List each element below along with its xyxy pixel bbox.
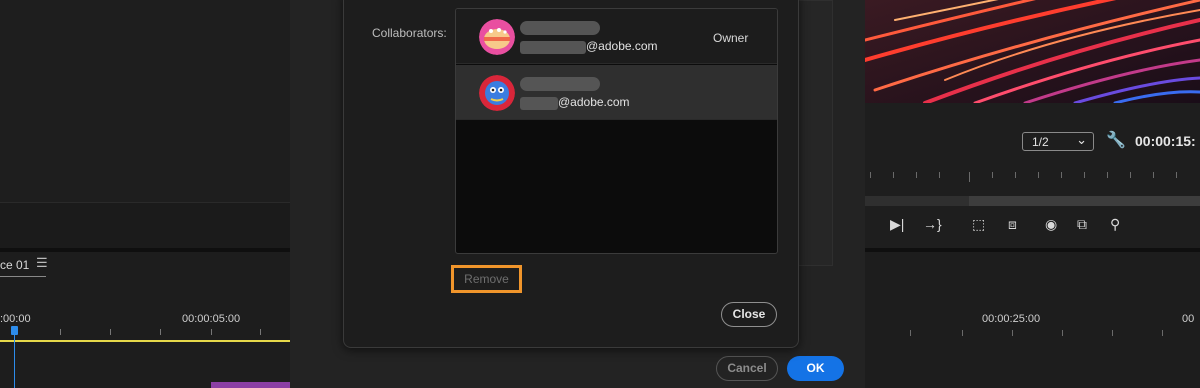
source-controls-strip — [0, 202, 290, 248]
sequence-tab[interactable]: ce 01 — [0, 258, 29, 272]
ruler-tick — [992, 172, 993, 178]
ruler-tick — [1112, 330, 1113, 336]
proxy-icon[interactable]: ⚲ — [1110, 216, 1120, 233]
extract-icon[interactable]: ⧈ — [1008, 216, 1017, 233]
ruler-tick — [893, 172, 894, 178]
compare-icon[interactable]: ⧉ — [1077, 216, 1087, 233]
collaborator-row[interactable]: @adobe.com Owner — [456, 9, 777, 64]
redacted-email — [520, 41, 586, 54]
collaborator-row[interactable]: @adobe.com — [456, 65, 777, 120]
ruler-tick — [1012, 330, 1013, 336]
program-preview — [865, 0, 1200, 103]
wrench-icon[interactable]: 🔧 — [1106, 130, 1126, 150]
playhead-line — [14, 334, 15, 388]
ruler-tick — [916, 172, 917, 178]
timeline-timecode: 00:00:05:00 — [182, 313, 241, 325]
ruler-tick — [939, 172, 940, 178]
go-to-out-icon[interactable]: →} — [923, 216, 942, 232]
ruler-tick — [60, 329, 61, 335]
light-trails-image — [865, 0, 1200, 103]
ruler-tick — [962, 330, 963, 336]
redacted-name — [520, 77, 600, 91]
avatar — [479, 19, 515, 55]
zoom-scroll-handle[interactable] — [865, 196, 969, 206]
collaborators-list: @adobe.com Owner @adobe.com — [455, 8, 778, 254]
ruler-tick — [1176, 172, 1177, 178]
export-frame-icon[interactable]: ◉ — [1045, 216, 1057, 233]
resolution-select[interactable]: 1/2 ⌄ — [1022, 132, 1094, 151]
ruler-tick — [1062, 330, 1063, 336]
ruler-tick — [1061, 172, 1062, 178]
ruler-tick — [110, 329, 111, 335]
ruler-tick — [969, 172, 970, 182]
lift-icon[interactable]: ⬚ — [972, 216, 985, 233]
ok-button[interactable]: OK — [787, 356, 844, 381]
collaborator-role: Owner — [713, 31, 749, 45]
redacted-email — [520, 97, 558, 110]
ruler-tick — [1162, 330, 1163, 336]
redacted-name — [520, 21, 600, 35]
video-clip[interactable] — [211, 382, 290, 388]
cancel-button[interactable]: Cancel — [716, 356, 778, 381]
avatar — [479, 75, 515, 111]
ruler-tick — [1015, 172, 1016, 178]
playhead-handle[interactable] — [11, 326, 18, 335]
ruler-tick — [160, 329, 161, 335]
ruler-tick — [211, 329, 212, 335]
collaborator-email-domain: @adobe.com — [558, 95, 630, 109]
collaborators-label: Collaborators: — [372, 26, 447, 40]
ruler-tick — [910, 330, 911, 336]
timeline-timecode: :00:00 — [0, 313, 31, 325]
timeline-timecode: 00:00:25:00 — [982, 313, 1041, 325]
step-forward-icon[interactable]: ▶| — [890, 216, 904, 233]
remove-button[interactable]: Remove — [451, 265, 522, 293]
ruler-tick — [1038, 172, 1039, 178]
ruler-tick — [1084, 172, 1085, 178]
chevron-down-icon: ⌄ — [1076, 132, 1087, 147]
source-monitor — [0, 0, 290, 202]
sequence-tab-underline — [0, 276, 46, 277]
collaborator-email-domain: @adobe.com — [586, 39, 658, 53]
ruler-tick — [260, 329, 261, 335]
ruler-tick — [870, 172, 871, 178]
timeline-timecode: 00 — [1182, 313, 1195, 325]
work-area-bar[interactable] — [0, 340, 290, 342]
close-button[interactable]: Close — [721, 302, 777, 327]
resolution-value: 1/2 — [1032, 135, 1049, 149]
timeline-panel — [0, 252, 290, 388]
ruler-tick — [1130, 172, 1131, 178]
program-timecode: 00:00:15: — [1135, 133, 1196, 149]
ruler-tick — [1153, 172, 1154, 178]
ruler-tick — [1107, 172, 1108, 178]
panel-menu-icon[interactable]: ☰ — [36, 255, 48, 271]
